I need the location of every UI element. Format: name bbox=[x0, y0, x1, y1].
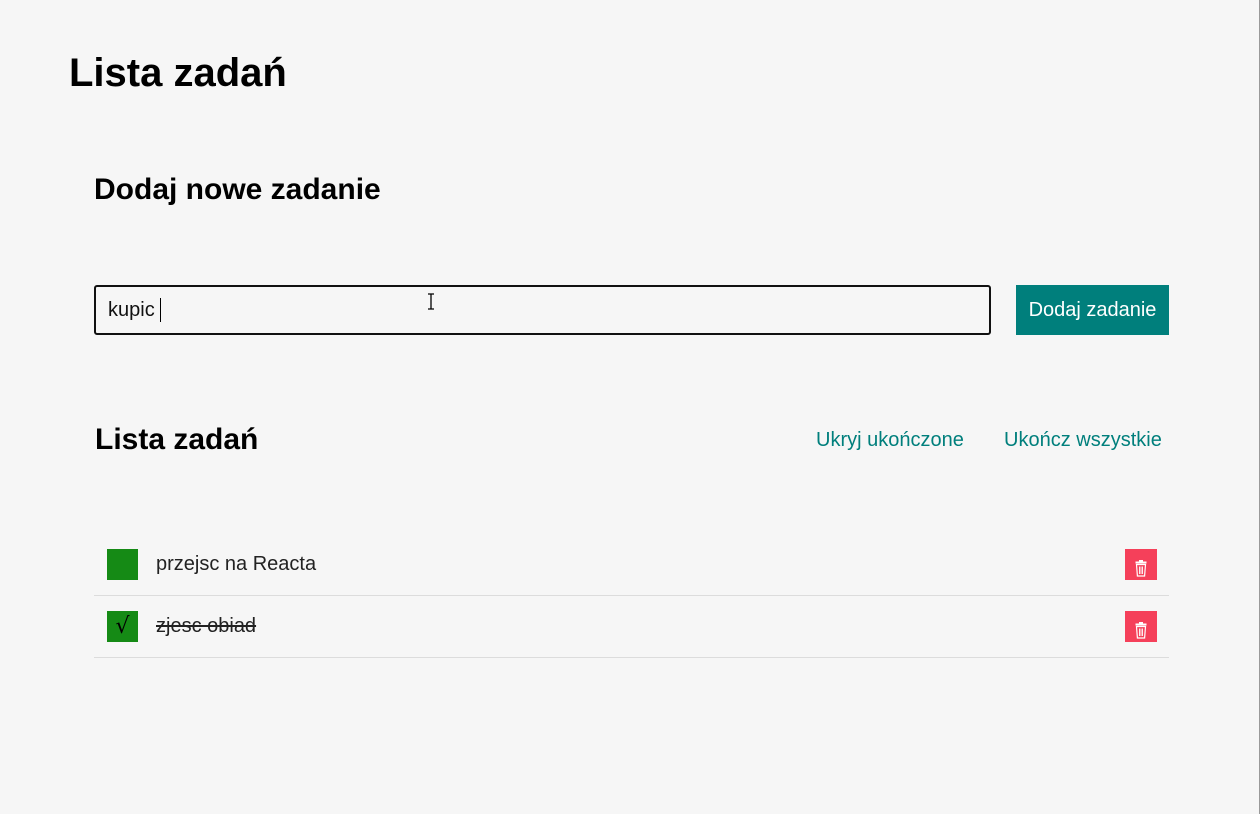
task-list: przejsc na Reacta √ zjesc obiad bbox=[94, 534, 1169, 658]
complete-all-button[interactable]: Ukończ wszystkie bbox=[1004, 428, 1162, 452]
add-task-button[interactable]: Dodaj zadanie bbox=[1016, 285, 1169, 335]
page-title: Lista zadań bbox=[69, 51, 287, 95]
delete-task-button[interactable] bbox=[1125, 549, 1157, 580]
trash-icon bbox=[1135, 621, 1147, 639]
hide-completed-button[interactable]: Ukryj ukończone bbox=[816, 428, 964, 452]
task-item: przejsc na Reacta bbox=[94, 534, 1169, 596]
checkmark-icon[interactable]: √ bbox=[107, 611, 138, 642]
add-task-heading: Dodaj nowe zadanie bbox=[94, 173, 381, 206]
text-cursor-icon bbox=[428, 293, 434, 310]
trash-icon bbox=[1135, 559, 1147, 577]
task-text: przejsc na Reacta bbox=[156, 553, 317, 575]
text-caret bbox=[160, 298, 161, 322]
new-task-input[interactable] bbox=[94, 285, 991, 335]
task-text-completed: zjesc obiad bbox=[156, 615, 257, 637]
delete-task-button[interactable] bbox=[1125, 611, 1157, 642]
task-checkbox[interactable] bbox=[107, 549, 138, 580]
task-list-heading: Lista zadań bbox=[95, 423, 259, 456]
task-item: √ zjesc obiad bbox=[94, 596, 1169, 658]
